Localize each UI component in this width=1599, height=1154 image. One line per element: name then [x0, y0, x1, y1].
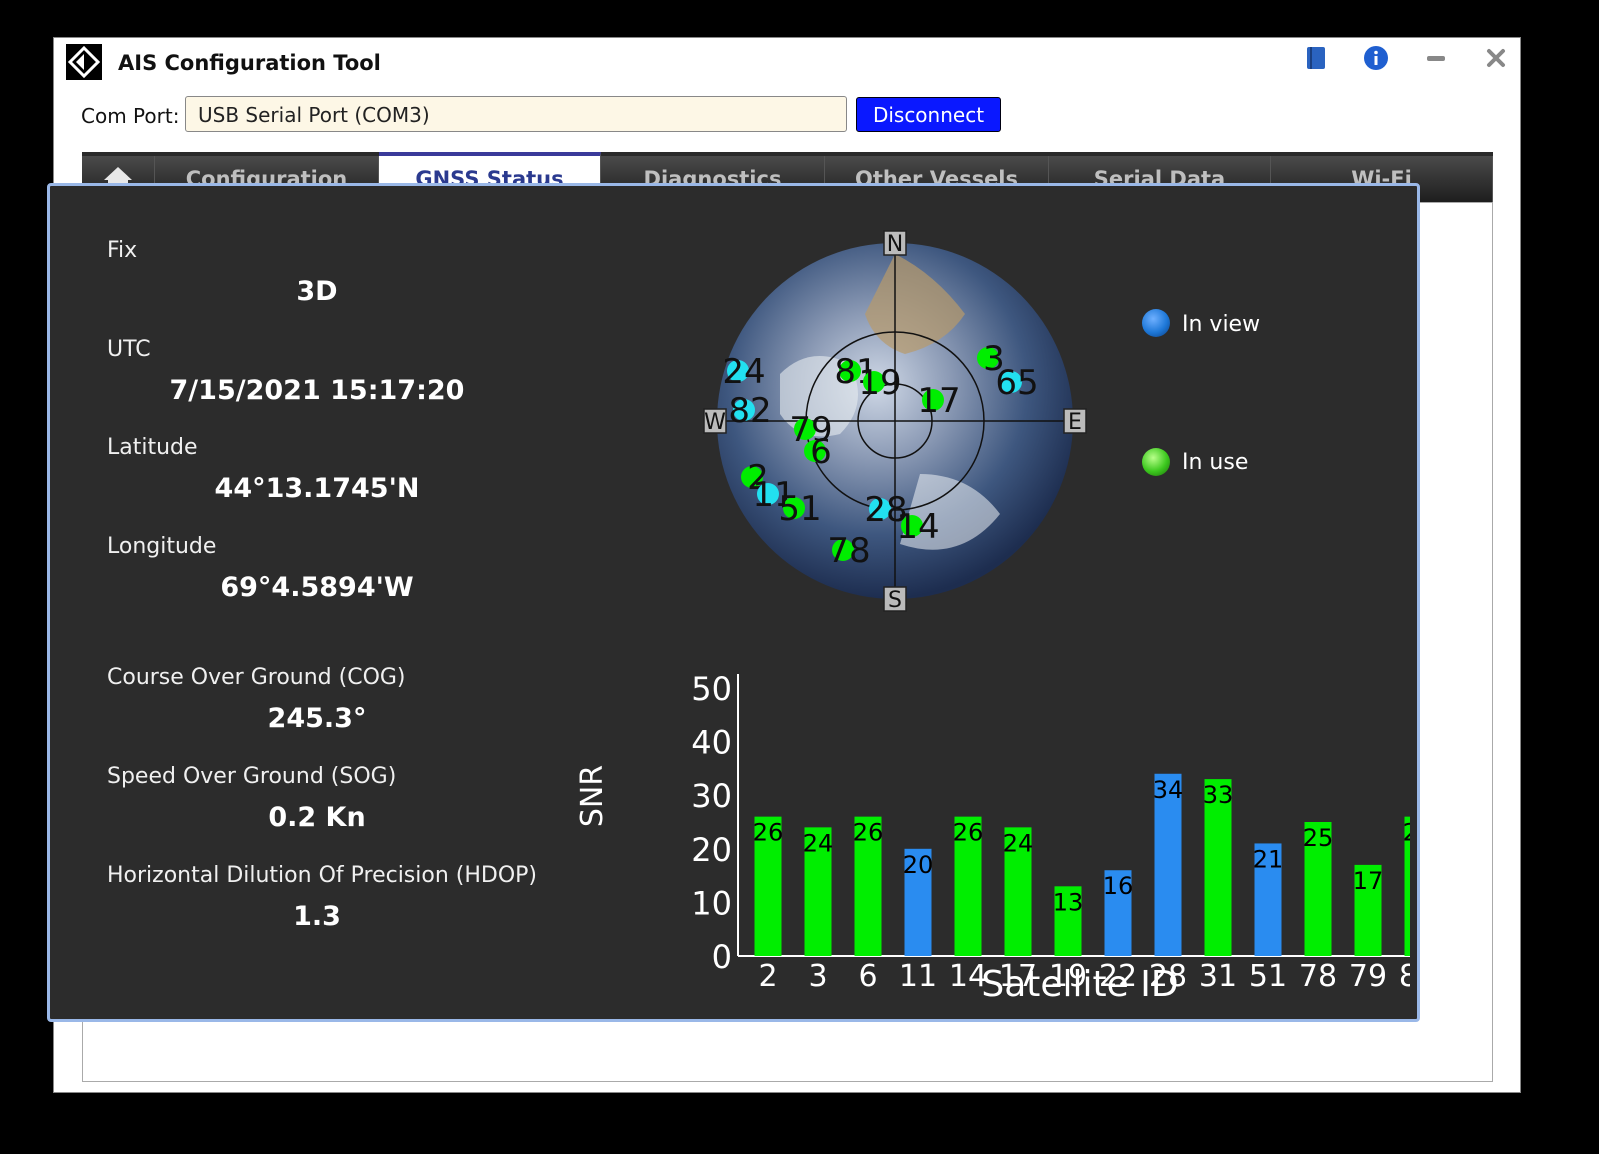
bar-value-label: 26 — [753, 819, 784, 847]
y-tick-label: 10 — [691, 884, 732, 922]
disconnect-button[interactable]: Disconnect — [856, 97, 1001, 132]
x-tick-label: 11 — [899, 959, 937, 994]
x-tick-label: 6 — [858, 959, 877, 994]
x-tick-label: 51 — [1249, 959, 1287, 994]
compass-label-n: N — [887, 232, 903, 257]
bar-value-label: 26 — [853, 819, 884, 847]
in-view-legend-icon — [1142, 309, 1170, 337]
x-tick-label: 78 — [1299, 959, 1337, 994]
bar-value-label: 26 — [953, 819, 984, 847]
x-tick-label: 81 — [1399, 959, 1410, 994]
compass-label-s: S — [888, 588, 902, 613]
longitude-label: Longitude — [107, 534, 217, 559]
satellite-id-label: 19 — [858, 363, 901, 403]
x-tick-label: 2 — [758, 959, 777, 994]
bar-value-label: 33 — [1203, 781, 1234, 809]
cog-label: Course Over Ground (COG) — [107, 665, 406, 690]
y-tick-label: 40 — [691, 724, 732, 762]
longitude-value: 69°4.5894'W — [220, 572, 414, 603]
title-bar: AIS Configuration Tool — [54, 38, 1520, 88]
comport-label: Com Port: — [81, 104, 180, 128]
bar-value-label: 25 — [1303, 824, 1334, 852]
bar-value-label: 20 — [903, 851, 934, 879]
in-use-legend-label: In use — [1182, 450, 1249, 475]
x-tick-label: 3 — [808, 959, 827, 994]
sky-plot: NESW 24828119 1736579621151 281478 — [703, 230, 1087, 613]
latitude-label: Latitude — [107, 435, 198, 460]
y-axis-label: SNR — [575, 765, 610, 827]
bar-value-label: 26 — [1403, 819, 1410, 847]
bar-value-label: 13 — [1053, 888, 1084, 916]
bar-value-label: 24 — [803, 829, 834, 857]
y-tick-label: 30 — [691, 777, 732, 815]
utc-label: UTC — [107, 337, 151, 362]
bar-value-label: 16 — [1103, 872, 1134, 900]
gnss-status-panel: Fix 3D UTC 7/15/2021 15:17:20 Latitude 4… — [47, 183, 1420, 1022]
compass-label-e: E — [1068, 410, 1082, 435]
satellite-id-label: 65 — [995, 363, 1038, 403]
x-tick-label: 79 — [1349, 959, 1387, 994]
y-tick-label: 20 — [691, 831, 732, 869]
bar-value-label: 21 — [1253, 845, 1284, 873]
bar-value-label: 34 — [1153, 776, 1184, 804]
in-use-legend-icon — [1142, 448, 1170, 476]
comport-select[interactable]: USB Serial Port (COM3) — [185, 96, 847, 132]
satellite-id-label: 51 — [778, 489, 821, 529]
sog-label: Speed Over Ground (SOG) — [107, 764, 397, 789]
book-icon[interactable] — [1302, 44, 1330, 72]
hdop-value: 1.3 — [293, 901, 341, 932]
utc-value: 7/15/2021 15:17:20 — [169, 375, 465, 406]
satellite-id-label: 17 — [917, 381, 960, 421]
x-tick-label: 31 — [1199, 959, 1237, 994]
app-title: AIS Configuration Tool — [118, 51, 381, 75]
in-view-legend-label: In view — [1182, 312, 1261, 337]
fix-label: Fix — [107, 238, 138, 263]
minimize-icon[interactable] — [1422, 44, 1450, 72]
satellite-id-label: 6 — [810, 432, 832, 472]
sog-value: 0.2 Kn — [268, 802, 366, 833]
close-icon[interactable] — [1482, 44, 1510, 72]
latitude-value: 44°13.1745'N — [214, 473, 420, 504]
app-logo-icon — [66, 44, 102, 80]
compass-label-w: W — [704, 410, 726, 435]
hdop-label: Horizontal Dilution Of Precision (HDOP) — [107, 863, 538, 888]
y-tick-label: 0 — [712, 938, 732, 976]
snr-chart: 01020304050 2622432662011261424171319162… — [575, 670, 1410, 1005]
satellite-id-label: 24 — [722, 352, 765, 392]
bar-value-label: 17 — [1353, 867, 1384, 895]
bar-value-label: 24 — [1003, 829, 1034, 857]
satellite-id-label: 78 — [827, 531, 870, 571]
y-tick-label: 50 — [691, 670, 732, 708]
satellite-id-label: 14 — [896, 507, 939, 547]
info-icon[interactable] — [1362, 44, 1390, 72]
cog-value: 245.3° — [267, 703, 367, 734]
satellite-id-label: 82 — [728, 391, 771, 431]
x-axis-label: Satellite ID — [981, 964, 1178, 1005]
fix-value: 3D — [296, 276, 338, 307]
